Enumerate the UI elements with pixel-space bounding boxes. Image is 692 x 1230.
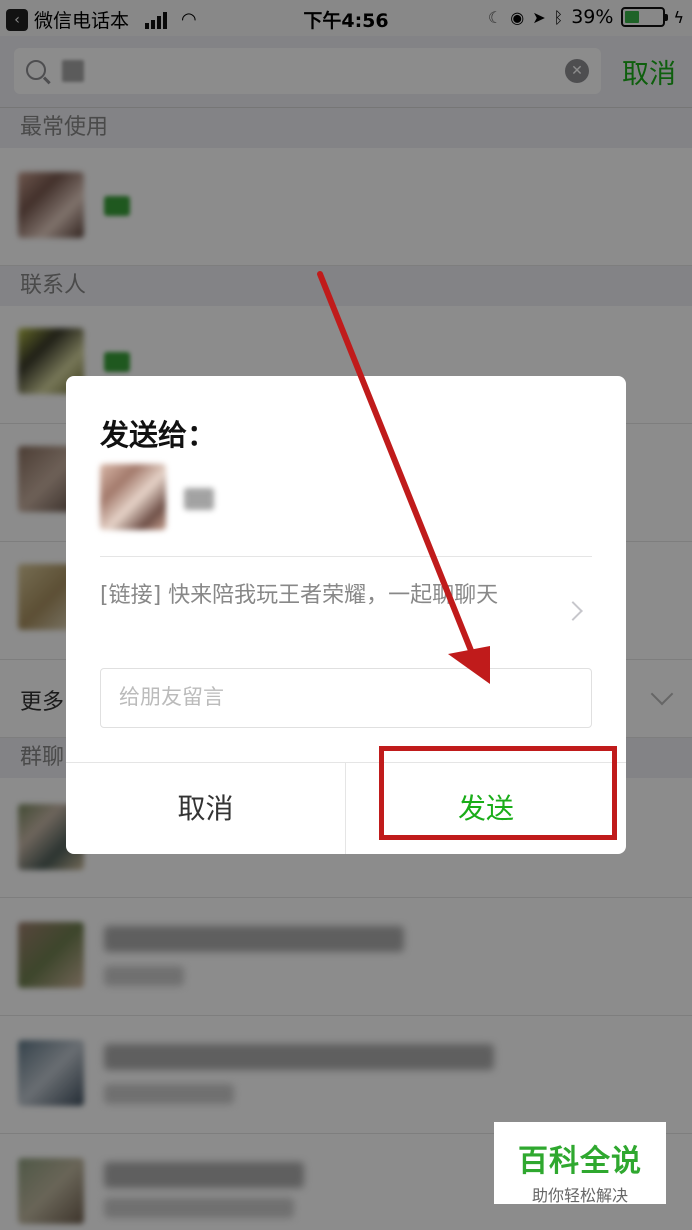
chevron-right-icon[interactable] [563,601,583,621]
recipient-avatar [100,464,166,530]
watermark-subtitle: 助你轻松解决 [531,1186,628,1205]
cancel-button[interactable]: 取消 [66,763,346,854]
watermark-logo: 百科全说 助你轻松解决 [494,1122,666,1205]
dialog-divider [100,556,592,557]
dialog-title: 发送给： [100,418,217,452]
watermark-title: 百科全说 [518,1144,642,1179]
recipient-name-blurred [184,488,214,510]
shared-link-text[interactable]: [链接] 快来陪我玩王者荣耀，一起聊聊天 [100,580,546,612]
message-input[interactable] [100,668,592,728]
send-highlight-box [379,746,617,840]
